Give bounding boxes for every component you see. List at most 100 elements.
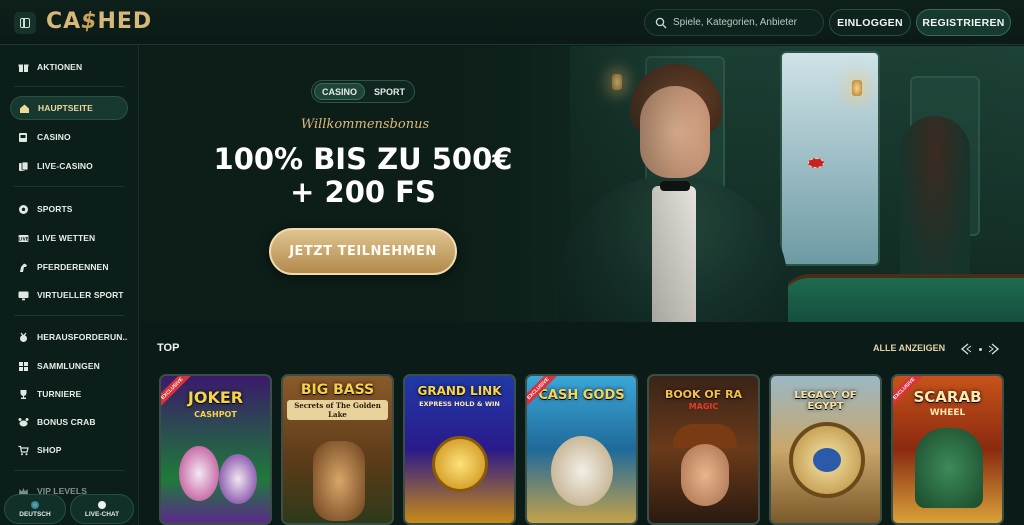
divider — [14, 315, 124, 316]
top-bar: CA$HED EINLOGGEN REGISTRIEREN — [0, 0, 1024, 45]
sidebar-item-label: SHOP — [37, 445, 62, 455]
show-all-link[interactable]: ALLE ANZEIGEN — [873, 343, 945, 353]
horse-icon — [18, 262, 29, 273]
divider — [14, 86, 124, 87]
sidebar-item-live-wetten[interactable]: LIVE LIVE WETTEN — [10, 226, 128, 250]
sidebar-item-label: HAUPTSEITE — [38, 103, 93, 113]
game-tile-cash-of-gods[interactable]: CASH GODS EXCLUSIVE — [525, 374, 638, 525]
sidebar-toggle-icon[interactable] — [14, 12, 36, 34]
language-label: DEUTSCH — [19, 510, 51, 518]
sidebar-item-turniere[interactable]: TURNIERE — [10, 382, 128, 406]
home-icon — [19, 103, 30, 114]
game-title: BIG BASS — [300, 382, 375, 398]
separator-dot — [978, 347, 982, 351]
sidebar-item-casino[interactable]: CASINO — [10, 125, 128, 149]
game-title: CASH GODS — [538, 388, 625, 403]
divider — [14, 470, 124, 471]
login-button[interactable]: EINLOGGEN — [829, 9, 911, 36]
game-subtitle: EXPRESS HOLD & WIN — [419, 400, 500, 408]
fisherman-art — [313, 441, 365, 521]
window — [780, 51, 880, 266]
monitor-icon — [18, 290, 29, 301]
trophy-icon — [18, 389, 29, 400]
medal-icon — [18, 332, 29, 343]
sidebar-item-label: LIVE WETTEN — [37, 233, 96, 243]
sidebar-item-sports[interactable]: SPORTS — [10, 197, 128, 221]
cards-icon — [18, 161, 29, 172]
svg-text:LIVE: LIVE — [18, 236, 28, 241]
game-subtitle: CASHPOT — [194, 410, 237, 419]
live-chat-label: LIVE-CHAT — [84, 510, 120, 518]
coin-art — [432, 436, 488, 492]
sidebar-item-label: PFERDERENNEN — [37, 262, 109, 272]
wall-lamp-icon — [852, 80, 862, 96]
arrow-right-icon[interactable] — [987, 342, 1001, 356]
sidebar-item-virtueller-sport[interactable]: VIRTUELLER SPORT — [10, 283, 128, 307]
cat-art — [915, 428, 983, 508]
bonus-headline: 100% BIS ZU 500€ + 200 FS — [200, 143, 526, 209]
sidebar-item-aktionen[interactable]: AKTIONEN — [10, 55, 128, 79]
game-tile-legacy-of-egypt[interactable]: LEGACY OF EGYPT — [769, 374, 882, 525]
game-title: SCARAB — [913, 388, 982, 406]
sidebar-item-label: BONUS CRAB — [37, 417, 96, 427]
dealer-figure — [900, 116, 970, 286]
game-tile-big-bass[interactable]: BIG BASS Secrets of The Golden Lake — [281, 374, 394, 525]
game-title: JOKER — [187, 388, 244, 407]
bonus-headline-line2: + 200 FS — [290, 175, 436, 209]
sidebar-item-label: LIVE-CASINO — [37, 161, 93, 171]
zeus-art — [551, 436, 613, 506]
sidebar: AKTIONEN HAUPTSEITE CASINO LIVE-CASINO S… — [0, 45, 139, 525]
sidebar-item-label: SAMMLUNGEN — [37, 361, 100, 371]
sidebar-item-bonus-crab[interactable]: BONUS CRAB — [10, 410, 128, 434]
explorer-art — [681, 444, 729, 506]
chat-icon — [98, 500, 106, 509]
casino-sport-switch[interactable]: CASINO SPORT — [311, 80, 415, 103]
cart-icon — [18, 445, 29, 456]
crab-icon — [18, 417, 29, 428]
logo[interactable]: CA$HED — [46, 8, 152, 36]
game-tile-grand-link[interactable]: GRAND LINK EXPRESS HOLD & WIN — [403, 374, 516, 525]
sidebar-item-label: TURNIERE — [37, 389, 82, 399]
arrow-left-icon[interactable] — [959, 342, 973, 356]
language-selector[interactable]: DEUTSCH — [4, 494, 66, 524]
sidebar-item-live-casino[interactable]: LIVE-CASINO — [10, 154, 128, 178]
sidebar-item-herausforderungen[interactable]: HERAUSFORDERUN... — [10, 325, 128, 349]
game-subtitle: WHEEL — [929, 408, 966, 418]
game-subtitle: Secrets of The Golden Lake — [287, 400, 388, 420]
bonus-headline-line1: 100% BIS ZU 500€ — [213, 142, 513, 176]
casino-table — [780, 274, 1024, 322]
tab-casino[interactable]: CASINO — [314, 83, 366, 100]
welcome-bonus-label: Willkommensbonus — [300, 117, 430, 132]
search-input[interactable] — [673, 17, 823, 28]
join-now-button[interactable]: JETZT TEILNEHMEN — [269, 228, 457, 275]
game-title: GRAND LINK — [417, 384, 502, 398]
sidebar-item-pferderennen[interactable]: PFERDERENNEN — [10, 255, 128, 279]
register-button[interactable]: REGISTRIEREN — [916, 9, 1011, 36]
game-tile-joker-cashpot[interactable]: JOKER CASHPOT EXCLUSIVE — [159, 374, 272, 525]
joker-art — [179, 446, 219, 501]
poker-chip-icon — [808, 158, 824, 168]
search-box[interactable] — [644, 9, 824, 36]
sidebar-item-label: CASINO — [37, 132, 71, 142]
divider — [14, 186, 124, 187]
search-icon — [655, 17, 667, 28]
game-tile-book-of-ra[interactable]: BOOK OF RA MAGIC — [647, 374, 760, 525]
sidebar-item-shop[interactable]: SHOP — [10, 438, 128, 462]
eye-of-ra-icon — [813, 448, 841, 472]
joker-art — [219, 454, 257, 504]
section-title-top: TOP — [157, 342, 180, 354]
game-subtitle: MAGIC — [688, 402, 719, 411]
sidebar-item-hauptseite[interactable]: HAUPTSEITE — [10, 96, 128, 120]
sidebar-item-label: VIRTUELLER SPORT — [37, 290, 124, 300]
live-chat-button[interactable]: LIVE-CHAT — [70, 494, 134, 524]
carousel-nav — [959, 341, 1001, 357]
tab-sport[interactable]: SPORT — [367, 83, 412, 100]
game-title: LEGACY OF EGYPT — [794, 390, 857, 412]
slot-icon — [18, 132, 29, 143]
sidebar-item-sammlungen[interactable]: SAMMLUNGEN — [10, 354, 128, 378]
live-icon: LIVE — [18, 233, 29, 244]
game-tile-scarab-wheel[interactable]: SCARAB WHEEL EXCLUSIVE — [891, 374, 1004, 525]
sidebar-item-label: SPORTS — [37, 204, 73, 214]
collection-icon — [18, 361, 29, 372]
soccer-icon — [18, 204, 29, 215]
